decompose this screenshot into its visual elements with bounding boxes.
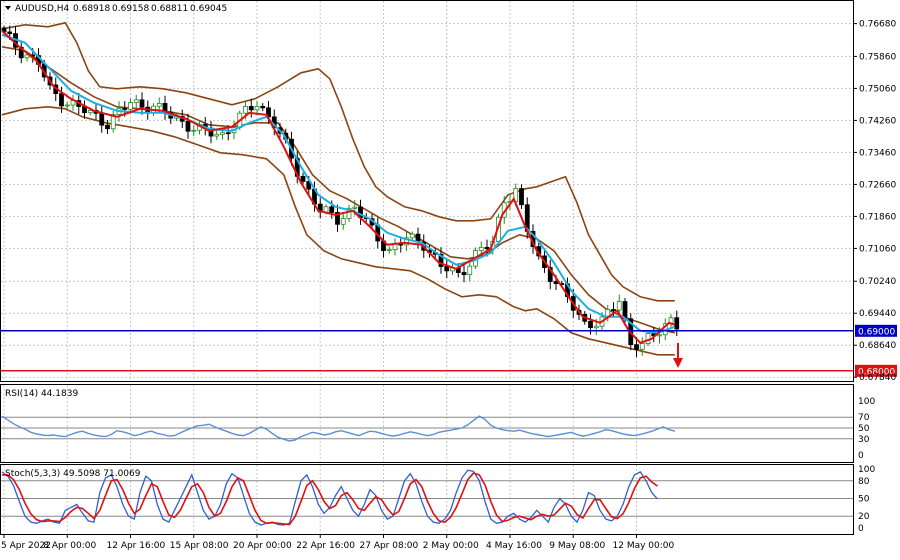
stoch-tick-label-2: 50 — [858, 495, 870, 505]
level-label-0: 0.69000 — [858, 327, 895, 337]
stoch-tick-label-3: 20 — [858, 512, 870, 522]
symbol-header: AUDUSD,H4 0.68918 0.69158 0.68811 0.6904… — [5, 4, 227, 14]
candle-body — [352, 206, 358, 209]
price-tick-label-9: 0.69440 — [859, 309, 896, 319]
candle-body — [444, 266, 450, 272]
candle-body — [260, 106, 266, 109]
candle-body — [64, 104, 70, 107]
candle-body — [340, 218, 346, 225]
candle-body — [593, 325, 599, 329]
x-tick-label-9: 9 May 08:00 — [549, 541, 605, 551]
candle-body — [467, 265, 473, 276]
header-high: 0.69158 — [112, 4, 149, 14]
price-tick-label-11: 0.67840 — [859, 373, 896, 383]
rsi-title: RSI(14) 44.1839 — [5, 389, 78, 399]
x-tick-label-2: 12 Apr 16:00 — [107, 541, 166, 551]
x-tick-label-1: 8 Apr 00:00 — [43, 541, 96, 551]
rsi-tick-label-1: 70 — [858, 413, 870, 423]
rsi-tick-label-0: 100 — [858, 397, 875, 407]
candle-body — [478, 246, 484, 251]
rsi-tick-label-4: 0 — [858, 451, 864, 461]
header-close: 0.69045 — [190, 4, 227, 14]
candle-body — [156, 103, 162, 107]
candle-body — [220, 132, 225, 135]
candle-body — [461, 272, 467, 276]
candle-body — [99, 112, 105, 126]
price-tick-label-7: 0.71060 — [859, 244, 896, 254]
header-low: 0.68811 — [151, 4, 188, 14]
stoch-tick-label-4: 0 — [858, 524, 864, 534]
stoch-title: Stoch(5,3,3) 49.5098 71.0069 — [5, 469, 141, 479]
header-open: 0.68918 — [73, 4, 110, 14]
price-tick-label-1: 0.75860 — [859, 52, 896, 62]
price-tick-label-6: 0.71860 — [859, 212, 896, 222]
price-tick-label-4: 0.73460 — [859, 148, 896, 158]
header-symbol: AUDUSD,H4 — [15, 4, 70, 14]
candle-body — [59, 93, 64, 107]
x-tick-label-7: 2 May 00:00 — [423, 541, 479, 551]
candle-body — [300, 175, 306, 182]
rsi-pane — [0, 384, 854, 463]
x-tick-label-6: 27 Apr 08:00 — [360, 541, 419, 551]
candle-body — [225, 132, 231, 135]
candle-body — [185, 120, 191, 132]
candle-body — [133, 99, 139, 103]
candle-body — [634, 344, 639, 350]
candle-body — [616, 301, 622, 311]
candle-body — [243, 105, 248, 114]
chart-canvas: 0.690000.68000 0.766800.758600.750600.74… — [0, 0, 897, 551]
candle-body — [639, 343, 645, 350]
candle-body — [7, 31, 13, 35]
candle-body — [191, 129, 197, 132]
price-tick-label-3: 0.74260 — [859, 116, 896, 126]
price-tick-label-2: 0.75060 — [859, 84, 896, 94]
chart-root: 0.69000 0.68000 0.76680 0.75860 0.75060 0.74… — [0, 0, 900, 556]
stoch-tick-label-1: 80 — [858, 477, 870, 487]
price-tick-label-8: 0.70240 — [859, 277, 896, 287]
price-pane — [0, 0, 854, 382]
price-tick-label-5: 0.72660 — [859, 180, 896, 190]
x-tick-label-8: 4 May 16:00 — [486, 541, 542, 551]
price-tick-label-10: 0.68640 — [859, 341, 896, 351]
x-tick-label-10: 12 May 00:00 — [613, 541, 675, 551]
candle-body — [657, 334, 662, 337]
candle-body — [386, 249, 392, 252]
candle-body — [588, 320, 593, 329]
candle-body — [105, 124, 110, 130]
rsi-tick-label-3: 30 — [858, 435, 870, 445]
candle-body — [122, 108, 128, 110]
candle-body — [409, 233, 415, 239]
candle-body — [128, 102, 133, 110]
candle-body — [674, 317, 680, 330]
x-tick-label-5: 22 Apr 16:00 — [296, 541, 355, 551]
candle-body — [214, 133, 220, 137]
candle-body — [87, 110, 93, 114]
candle-body — [645, 333, 651, 344]
x-tick-label-3: 15 Apr 08:00 — [170, 541, 229, 551]
price-tick-label-0: 0.76680 — [859, 20, 896, 30]
candle-body — [611, 309, 616, 311]
rsi-tick-label-2: 50 — [858, 424, 870, 434]
x-tick-label-4: 20 Apr 00:00 — [233, 541, 292, 551]
candle-body — [329, 206, 335, 213]
candle-body — [484, 246, 490, 250]
candle-body — [139, 99, 145, 108]
stoch-tick-label-0: 100 — [858, 465, 875, 475]
candle-body — [248, 105, 254, 111]
candle-body — [553, 281, 559, 284]
candle-body — [254, 106, 260, 111]
candle-body — [519, 188, 524, 206]
